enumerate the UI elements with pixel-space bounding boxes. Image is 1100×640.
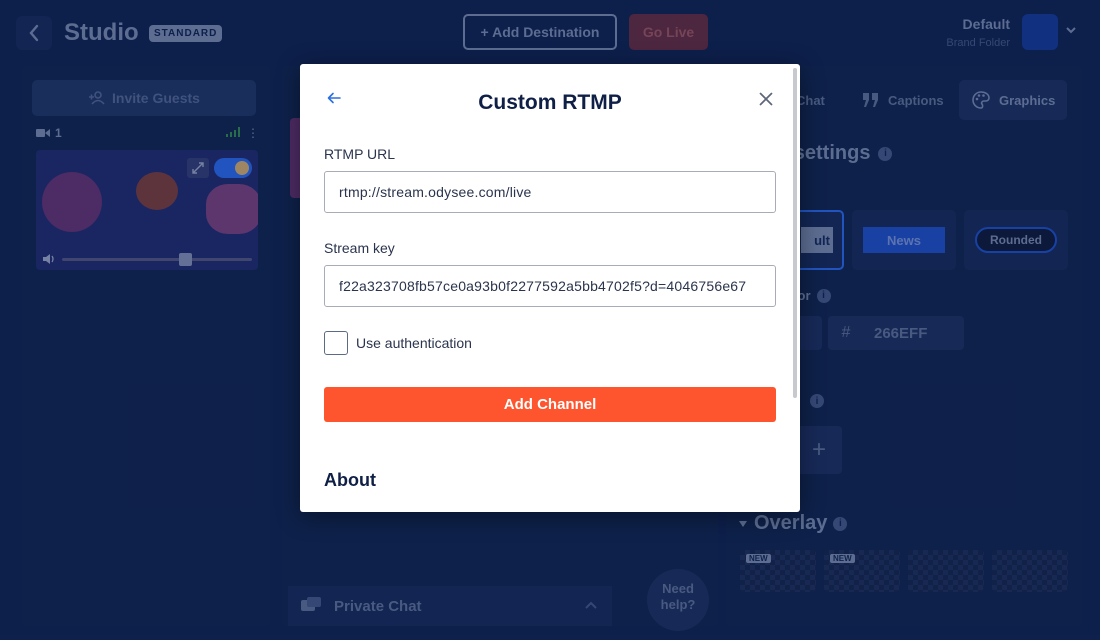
rtmp-url-label: RTMP URL bbox=[324, 146, 396, 162]
use-authentication-checkbox[interactable] bbox=[324, 331, 348, 355]
add-channel-button[interactable]: Add Channel bbox=[324, 387, 776, 422]
rtmp-url-input[interactable] bbox=[324, 171, 776, 213]
close-button[interactable] bbox=[755, 88, 777, 110]
use-authentication-label[interactable]: Use authentication bbox=[356, 335, 472, 351]
dialog-scrollbar-thumb[interactable] bbox=[793, 68, 797, 398]
close-icon bbox=[759, 92, 773, 106]
stream-key-input[interactable] bbox=[324, 265, 776, 307]
stream-key-label: Stream key bbox=[324, 240, 395, 256]
about-heading: About bbox=[324, 470, 376, 490]
dialog-title: Custom RTMP bbox=[478, 91, 622, 114]
dialog-scrollbar[interactable] bbox=[793, 68, 797, 508]
custom-rtmp-dialog: Custom RTMP RTMP URL Stream key Use auth… bbox=[300, 64, 800, 512]
